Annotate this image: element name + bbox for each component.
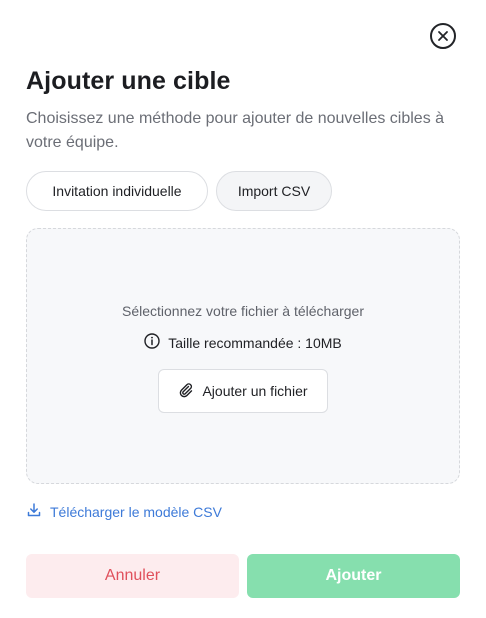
download-icon	[26, 502, 42, 521]
size-hint-text: Taille recommandée : 10MB	[168, 334, 342, 351]
dialog-subtitle: Choisissez une méthode pour ajouter de n…	[26, 110, 445, 151]
download-link-label: Télécharger le modèle CSV	[50, 503, 222, 520]
cancel-button[interactable]: Annuler	[26, 554, 239, 598]
info-icon	[144, 333, 160, 352]
file-dropzone[interactable]: Sélectionnez votre fichier à télécharger…	[26, 228, 460, 484]
add-file-label: Ajouter un fichier	[202, 383, 308, 399]
add-file-button[interactable]: Ajouter un fichier	[158, 369, 328, 413]
dialog-title: Ajouter une cible	[26, 67, 231, 95]
tab-csv-import[interactable]: Import CSV	[216, 171, 332, 211]
tab-individual-invitation[interactable]: Invitation individuelle	[26, 171, 208, 211]
add-target-dialog: Ajouter une cible Choisissez une méthode…	[0, 0, 486, 618]
download-csv-template-link[interactable]: Télécharger le modèle CSV	[26, 502, 222, 521]
close-icon[interactable]	[430, 23, 456, 49]
paperclip-icon	[178, 382, 194, 401]
add-button[interactable]: Ajouter	[247, 554, 460, 598]
upload-prompt: Sélectionnez votre fichier à télécharger	[121, 303, 365, 319]
size-hint: Taille recommandée : 10MB	[27, 333, 459, 352]
